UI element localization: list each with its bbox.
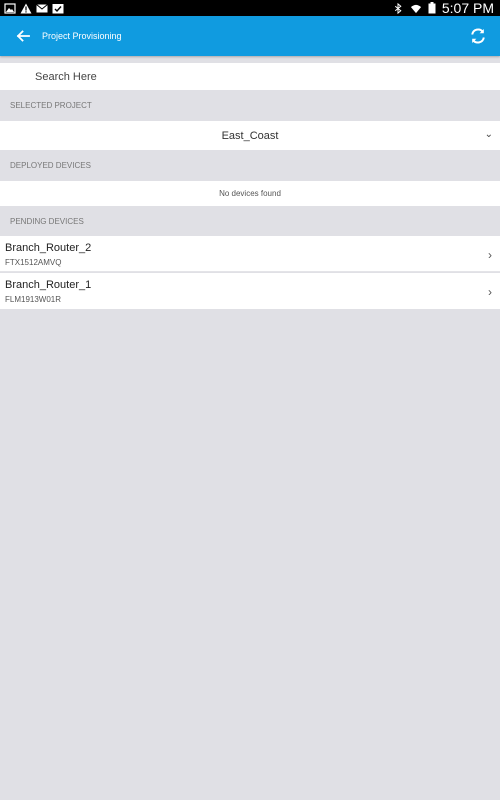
selected-project-header: SELECTED PROJECT	[10, 101, 92, 110]
warning-icon	[20, 3, 32, 13]
pending-device-row[interactable]: Branch_Router_2 FTX1512AMVQ ›	[0, 236, 500, 272]
chevron-down-icon: ⌄	[484, 129, 493, 140]
device-serial: FLM1913W01R	[5, 295, 62, 304]
device-name: Branch_Router_2	[5, 242, 92, 254]
back-arrow-icon	[16, 30, 30, 42]
deployed-devices-empty: No devices found	[0, 181, 500, 206]
pending-device-row[interactable]: Branch_Router_1 FLM1913W01R ›	[0, 273, 500, 309]
pending-devices-header: PENDING DEVICES	[10, 216, 84, 226]
back-button[interactable]	[13, 26, 33, 46]
app-bar: Project Provisioning	[0, 16, 500, 56]
search-input[interactable]	[0, 63, 500, 90]
refresh-button[interactable]	[468, 26, 488, 46]
chevron-right-icon: ›	[488, 285, 492, 299]
deployed-devices-header: DEPLOYED DEVICES	[10, 161, 91, 170]
check-icon	[52, 3, 64, 13]
status-bar-left	[0, 2, 64, 14]
project-select[interactable]: East_Coast ⌄	[0, 121, 500, 150]
device-name: Branch_Router_1	[5, 279, 92, 291]
status-bar-time: 5:07 PM	[441, 0, 494, 16]
battery-icon	[428, 2, 436, 14]
refresh-icon	[471, 28, 485, 44]
wifi-icon	[410, 4, 421, 13]
bluetooth-icon	[394, 2, 402, 14]
mail-icon	[36, 3, 48, 12]
status-bar-right: 5:07 PM	[392, 0, 500, 16]
chevron-right-icon: ›	[488, 248, 492, 262]
project-select-value: East_Coast	[221, 129, 279, 142]
status-bar: 5:07 PM	[0, 0, 500, 16]
page-title: Project Provisioning	[42, 31, 122, 41]
device-serial: FTX1512AMVQ	[5, 258, 62, 267]
image-icon	[4, 2, 16, 14]
